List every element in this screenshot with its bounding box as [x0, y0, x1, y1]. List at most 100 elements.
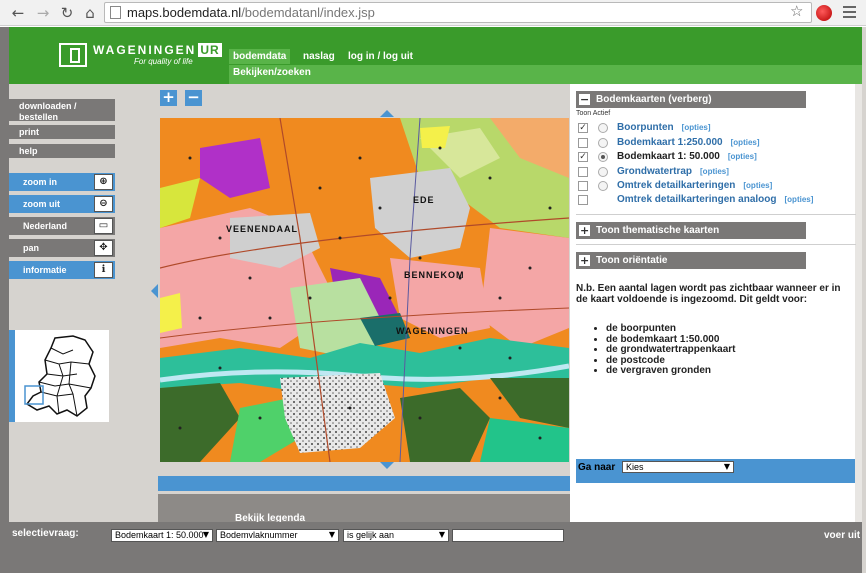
opties-link[interactable]: [opties]: [785, 195, 814, 204]
collapse-icon[interactable]: −: [579, 94, 590, 105]
layer-name[interactable]: Bodemkaart 1: 50.000 [opties]: [617, 151, 757, 162]
back-arrow-icon[interactable]: ←: [8, 3, 28, 23]
layer-active-radio[interactable]: [598, 181, 608, 191]
pan-left-arrow-icon[interactable]: [151, 284, 158, 298]
opties-link[interactable]: [opties]: [728, 152, 757, 161]
map-label-bennekom: BENNEKOM: [404, 270, 465, 280]
layer-visible-checkbox[interactable]: [578, 138, 588, 148]
subnav-bekijken-zoeken[interactable]: Bekijken/zoeken: [229, 65, 862, 84]
home-icon[interactable]: ⌂: [80, 3, 100, 23]
zoom-in-icon: ⊕: [94, 174, 113, 190]
info-icon: ℹ: [94, 262, 113, 278]
nav-login[interactable]: log in / log uit: [344, 49, 417, 64]
chevron-down-icon: ▼: [328, 530, 335, 539]
reload-icon[interactable]: ↻: [57, 3, 77, 23]
layer-name[interactable]: Omtrek detailkarteringen analoog [opties]: [617, 194, 813, 205]
opties-link[interactable]: [opties]: [700, 167, 729, 176]
layer-active-radio[interactable]: [598, 152, 608, 162]
zoom-out-icon: ⊖: [94, 196, 113, 212]
map-zoom-in-button[interactable]: +: [160, 90, 177, 106]
extension-icon[interactable]: [816, 5, 832, 21]
bookmark-star-icon[interactable]: ☆: [790, 2, 803, 20]
section-title: Toon oriëntatie: [596, 255, 668, 266]
nav-naslag[interactable]: naslag: [299, 49, 339, 64]
query-layer-select[interactable]: Bodemkaart 1: 50.000 ▼: [111, 529, 213, 542]
browser-toolbar: ← → ↻ ⌂ maps.bodemdata.nl/bodemdatanl/in…: [0, 0, 866, 26]
full-extent-tool[interactable]: Nederland ▭: [9, 217, 115, 235]
layer-visible-checkbox[interactable]: ✓: [578, 152, 588, 162]
download-button[interactable]: downloaden / bestellen: [9, 99, 115, 122]
ganaar-label: Ga naar: [578, 462, 616, 473]
map-label-ede: EDE: [413, 195, 435, 205]
query-value-input[interactable]: [452, 529, 564, 542]
panel-scrollbar[interactable]: [855, 84, 862, 522]
voer-uit-button[interactable]: voer uit: [824, 530, 860, 541]
ganaar-select[interactable]: Kies ▼: [622, 461, 734, 473]
layer-name[interactable]: Omtrek detailkarteringen [opties]: [617, 180, 772, 191]
chevron-down-icon: ▼: [723, 462, 730, 471]
overview-map-netherlands[interactable]: [9, 330, 109, 422]
selectievraag-label: selectievraag:: [12, 528, 79, 539]
pan-up-arrow-icon[interactable]: [380, 110, 394, 117]
full-extent-icon: ▭: [94, 218, 113, 234]
opties-link[interactable]: [opties]: [743, 181, 772, 190]
expand-icon[interactable]: +: [579, 255, 590, 266]
bodemkaarten-header[interactable]: − Bodemkaarten (verberg): [576, 91, 806, 108]
opties-link[interactable]: [opties]: [682, 123, 711, 132]
select-value: Kies: [626, 462, 644, 472]
list-item: de boorpunten: [606, 323, 735, 335]
zoom-out-tool[interactable]: zoom uit ⊖: [9, 195, 115, 213]
pan-down-arrow-icon[interactable]: [380, 462, 394, 469]
map-zoom-out-button[interactable]: −: [185, 90, 202, 106]
logo-tagline: For quality of life: [134, 57, 193, 66]
forward-arrow-icon[interactable]: →: [33, 3, 53, 23]
tool-label: pan: [23, 243, 40, 253]
zoom-note: N.b. Een aantal lagen wordt pas zichtbaa…: [576, 283, 841, 305]
tool-label: zoom in: [23, 177, 57, 187]
pan-tool[interactable]: pan ✥: [9, 239, 115, 257]
divider: [576, 214, 856, 215]
layer-visible-checkbox[interactable]: [578, 167, 588, 177]
section-title: Toon thematische kaarten: [596, 225, 720, 236]
zoom-in-tool[interactable]: zoom in ⊕: [9, 173, 115, 191]
map-label-veenendaal: VEENENDAAL: [226, 224, 299, 234]
layer-visible-checkbox[interactable]: ✓: [578, 123, 588, 133]
layer-active-radio[interactable]: [598, 167, 608, 177]
select-value: Bodemvlaknummer: [220, 530, 298, 540]
section-title: Bodemkaarten (verberg): [596, 94, 712, 105]
layer-name[interactable]: Bodemkaart 1:250.000 [opties]: [617, 137, 760, 148]
netherlands-outline-icon: [24, 335, 96, 417]
layer-name[interactable]: Boorpunten [opties]: [617, 122, 711, 133]
help-button[interactable]: help: [9, 144, 115, 158]
url-text: maps.bodemdata.nl/bodemdatanl/index.jsp: [127, 5, 375, 20]
soil-map[interactable]: EDE VEENENDAAL BENNEKOM WAGENINGEN: [160, 118, 569, 462]
info-tool[interactable]: informatie ℹ: [9, 261, 115, 279]
select-value: Bodemkaart 1: 50.000: [115, 530, 204, 540]
toon-actief-label: Toon Actief: [576, 110, 611, 117]
address-bar[interactable]: maps.bodemdata.nl/bodemdatanl/index.jsp: [104, 2, 812, 23]
layer-active-radio[interactable]: [598, 123, 608, 133]
legend-area: [158, 494, 570, 524]
thematische-kaarten-header[interactable]: + Toon thematische kaarten: [576, 222, 806, 239]
print-button[interactable]: print: [9, 125, 115, 139]
layer-visible-checkbox[interactable]: [578, 195, 588, 205]
layer-active-radio[interactable]: [598, 138, 608, 148]
query-field-select[interactable]: Bodemvlaknummer ▼: [216, 529, 339, 542]
orientatie-header[interactable]: + Toon oriëntatie: [576, 252, 806, 269]
pan-icon: ✥: [94, 240, 113, 256]
chevron-down-icon: ▼: [202, 530, 209, 539]
browser-menu-icon[interactable]: [843, 6, 856, 18]
tool-label: informatie: [23, 265, 67, 275]
nav-bodemdata[interactable]: bodemdata: [229, 49, 291, 64]
map-status-bar: [158, 476, 570, 491]
expand-icon[interactable]: +: [579, 225, 590, 236]
soil-map-canvas: [160, 118, 569, 462]
opties-link[interactable]: [opties]: [731, 138, 760, 147]
page-icon: [110, 6, 121, 19]
list-item: de grondwatertrappenkaart: [606, 344, 735, 356]
layer-visible-checkbox[interactable]: [578, 181, 588, 191]
layer-name[interactable]: Grondwatertrap [opties]: [617, 166, 729, 177]
note-list: de boorpunten de bodemkaart 1:50.000 de …: [606, 323, 735, 377]
wageningen-logo-icon: [59, 43, 87, 67]
query-operator-select[interactable]: is gelijk aan ▼: [343, 529, 449, 542]
